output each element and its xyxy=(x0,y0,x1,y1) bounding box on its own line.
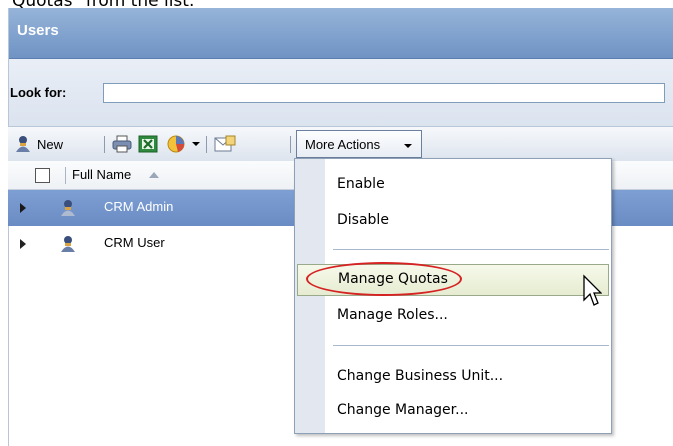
highlight-oval xyxy=(306,262,462,296)
column-header-full-name[interactable]: Full Name xyxy=(72,167,131,182)
menu-item-label: Manage Roles... xyxy=(337,307,448,323)
expand-arrow-icon[interactable] xyxy=(20,239,26,249)
chart-button[interactable] xyxy=(166,127,200,161)
user-icon xyxy=(61,236,75,252)
menu-item-enable[interactable]: Enable xyxy=(295,169,611,201)
toolbar-divider xyxy=(104,136,105,153)
print-icon xyxy=(112,135,132,153)
chevron-down-icon xyxy=(404,144,412,148)
new-button[interactable]: New xyxy=(14,127,63,161)
menu-item-label: Change Business Unit... xyxy=(337,368,504,384)
more-actions-label: More Actions xyxy=(305,137,381,152)
menu-item-change-business-unit[interactable]: Change Business Unit... xyxy=(295,361,611,393)
print-button[interactable] xyxy=(112,127,132,161)
user-icon xyxy=(16,136,30,152)
mail-merge-button[interactable] xyxy=(214,127,236,161)
chart-icon xyxy=(167,135,185,153)
window-title: Users xyxy=(17,22,59,39)
search-input[interactable] xyxy=(103,83,665,103)
user-icon xyxy=(61,200,75,216)
chevron-down-icon xyxy=(192,142,200,146)
sort-ascending-icon xyxy=(149,172,159,178)
menu-divider xyxy=(333,249,609,250)
menu-item-manage-roles[interactable]: Manage Roles... xyxy=(295,300,611,332)
more-actions-button[interactable]: More Actions xyxy=(296,130,422,158)
cursor-icon xyxy=(583,274,602,306)
select-all-checkbox[interactable] xyxy=(35,168,50,183)
menu-item-label: Change Manager... xyxy=(337,402,469,418)
row-name: CRM User xyxy=(104,235,165,250)
more-actions-menu: Enable Disable Manage Quotas Manage Role… xyxy=(294,158,612,434)
menu-item-disable[interactable]: Disable xyxy=(295,205,611,237)
toolbar-divider xyxy=(206,136,207,153)
menu-divider xyxy=(333,345,609,346)
excel-export-icon xyxy=(138,135,158,153)
search-label: Look for: xyxy=(10,85,67,100)
menu-item-change-manager[interactable]: Change Manager... xyxy=(295,395,611,427)
new-button-label: New xyxy=(37,136,64,152)
column-divider xyxy=(65,167,66,184)
toolbar-divider xyxy=(290,136,291,153)
row-name: CRM Admin xyxy=(104,199,174,214)
excel-export-button[interactable] xyxy=(138,127,158,161)
menu-item-label: Enable xyxy=(337,176,385,192)
mail-merge-icon xyxy=(214,135,236,152)
expand-arrow-icon[interactable] xyxy=(20,203,26,213)
menu-item-label: Disable xyxy=(337,212,389,228)
window-header: Users xyxy=(9,8,673,59)
